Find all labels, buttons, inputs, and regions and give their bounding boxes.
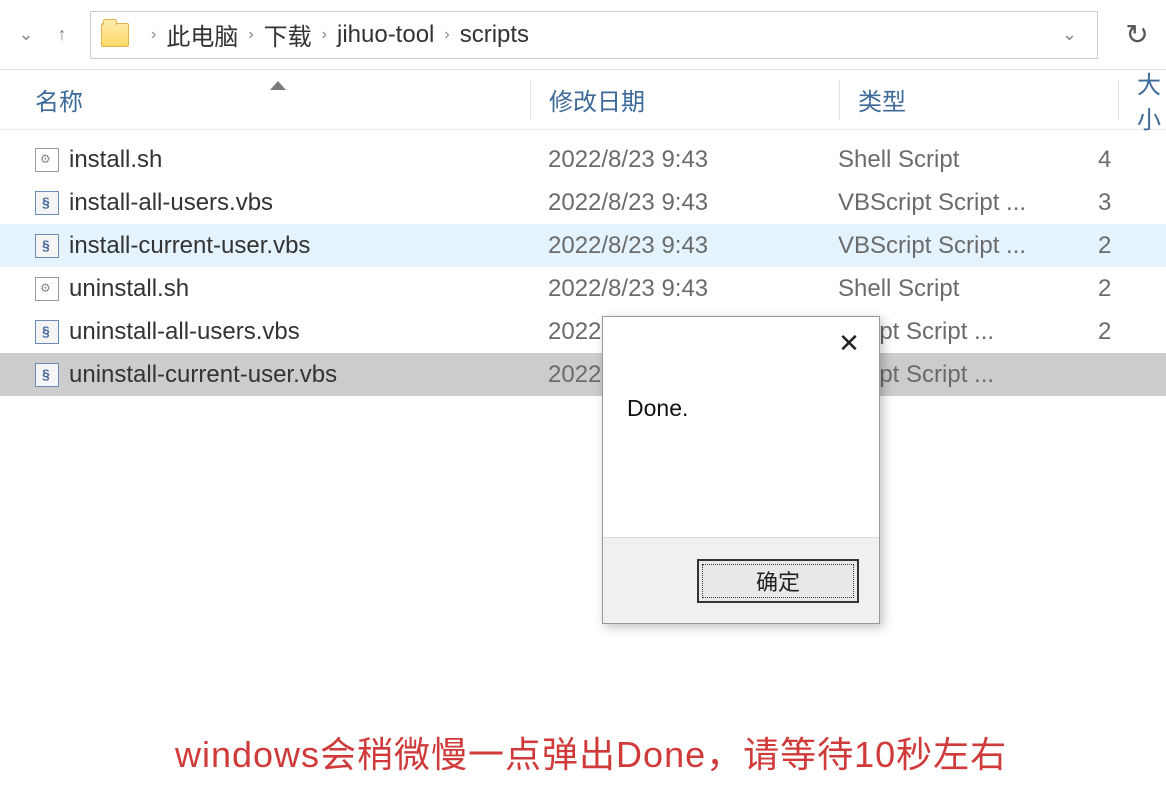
crumb[interactable]: scripts <box>460 21 529 49</box>
message-dialog: ✕ Done. 确定 <box>602 316 880 624</box>
address-toolbar: ⌄ ↑ › 此电脑 › 下载 › jihuo-tool › scripts ⌄ … <box>0 0 1166 70</box>
nav-up[interactable]: ↑ <box>44 17 80 53</box>
file-size: 4 <box>1080 146 1166 174</box>
column-name[interactable]: 名称 <box>0 82 530 117</box>
column-size[interactable]: 大小 <box>1137 65 1166 135</box>
file-name-cell: uninstall-all-users.vbs <box>0 318 530 346</box>
file-row[interactable]: uninstall-current-user.vbs2022Script Scr… <box>0 353 1166 396</box>
file-name-cell: install-current-user.vbs <box>0 232 530 260</box>
refresh-button[interactable]: ↻ <box>1116 11 1158 59</box>
file-row[interactable]: install.sh 2022/8/23 9:43Shell Script4 <box>0 138 1166 181</box>
file-size: 2 <box>1080 232 1166 260</box>
chevron-right-icon: › <box>151 26 156 44</box>
file-date: 2022/8/23 9:43 <box>530 189 820 217</box>
chevron-down-icon[interactable]: ⌄ <box>1062 24 1077 45</box>
shell-script-icon <box>35 148 59 172</box>
dialog-footer: 确定 <box>603 537 879 623</box>
file-name-cell: install-all-users.vbs <box>0 189 530 217</box>
file-name: install-all-users.vbs <box>69 189 273 217</box>
file-name-cell: uninstall-current-user.vbs <box>0 361 530 389</box>
chevron-right-icon: › <box>444 26 449 44</box>
file-row[interactable]: install-all-users.vbs 2022/8/23 9:43VBScr… <box>0 181 1166 224</box>
file-row[interactable]: uninstall-all-users.vbs2022Script Script… <box>0 310 1166 353</box>
history-dropdown[interactable]: ⌄ <box>8 17 44 53</box>
file-row[interactable]: uninstall.sh 2022/8/23 9:43Shell Script2 <box>0 267 1166 310</box>
sort-ascending-icon <box>270 81 286 90</box>
file-type: VBScript Script ... <box>820 232 1080 260</box>
file-size: 3 <box>1080 189 1166 217</box>
chevron-right-icon: › <box>322 26 327 44</box>
column-divider[interactable] <box>839 80 840 120</box>
file-date: 2022/8/23 9:43 <box>530 232 820 260</box>
column-type[interactable]: 类型 <box>858 82 1118 117</box>
column-type-label: 类型 <box>858 89 906 116</box>
file-name: uninstall-all-users.vbs <box>69 318 300 346</box>
file-size: 2 <box>1080 318 1166 346</box>
vbscript-icon <box>35 363 59 387</box>
column-divider[interactable] <box>530 80 531 120</box>
crumb[interactable]: 此电脑 <box>166 17 238 52</box>
file-size: 2 <box>1080 275 1166 303</box>
dialog-message: Done. <box>603 375 879 537</box>
file-date: 2022/8/23 9:43 <box>530 146 820 174</box>
file-row[interactable]: install-current-user.vbs 2022/8/23 9:43VB… <box>0 224 1166 267</box>
dialog-titlebar: ✕ <box>603 317 879 375</box>
ok-button[interactable]: 确定 <box>697 559 859 603</box>
breadcrumb[interactable]: › 此电脑 › 下载 › jihuo-tool › scripts ⌄ <box>90 11 1098 59</box>
file-name: uninstall-current-user.vbs <box>69 361 337 389</box>
file-name-cell: uninstall.sh <box>0 275 530 303</box>
file-type: Shell Script <box>820 146 1080 174</box>
column-date[interactable]: 修改日期 <box>549 82 839 117</box>
column-headers: 名称 修改日期 类型 大小 <box>0 70 1166 130</box>
column-date-label: 修改日期 <box>549 89 645 116</box>
vbscript-icon <box>35 234 59 258</box>
close-icon[interactable]: ✕ <box>831 325 867 361</box>
column-size-label: 大小 <box>1137 72 1161 134</box>
file-date: 2022/8/23 9:43 <box>530 275 820 303</box>
file-name: uninstall.sh <box>69 275 189 303</box>
file-type: VBScript Script ... <box>820 189 1080 217</box>
chevron-right-icon: › <box>248 26 253 44</box>
column-name-label: 名称 <box>35 89 83 116</box>
folder-icon <box>101 23 129 47</box>
file-name: install.sh <box>69 146 162 174</box>
vbscript-icon <box>35 320 59 344</box>
file-name-cell: install.sh <box>0 146 530 174</box>
column-divider[interactable] <box>1118 80 1119 120</box>
file-list: install.sh2022/8/23 9:43Shell Script4ins… <box>0 130 1166 396</box>
shell-script-icon <box>35 277 59 301</box>
file-name: install-current-user.vbs <box>69 232 310 260</box>
file-type: Shell Script <box>820 275 1080 303</box>
crumb[interactable]: 下载 <box>264 17 312 52</box>
annotation-text: windows会稍微慢一点弹出Done，请等待10秒左右 <box>175 726 1007 778</box>
crumb[interactable]: jihuo-tool <box>337 21 434 49</box>
vbscript-icon <box>35 191 59 215</box>
